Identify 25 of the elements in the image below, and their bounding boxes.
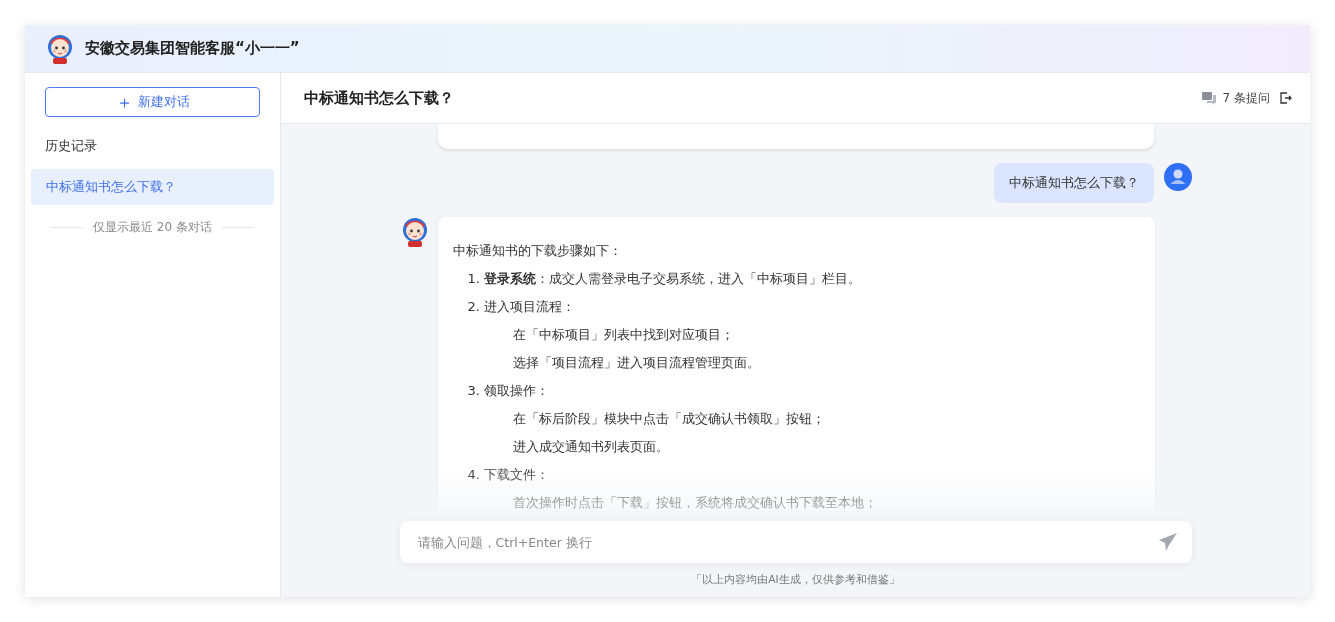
question-field[interactable]: 请输入问题，Ctrl+Enter 换行: [399, 521, 1192, 563]
new-chat-button[interactable]: ＋ 新建对话: [45, 87, 260, 117]
question-input[interactable]: 请输入问题，Ctrl+Enter 换行: [415, 533, 1158, 551]
mascot-icon: [45, 33, 75, 64]
history-note: 仅显示最近 20 条对话: [93, 219, 212, 236]
app-title: 安徽交易集团智能客服“小一一”: [85, 39, 300, 58]
step-item: 3. 领取操作：: [466, 382, 551, 400]
user-message: 中标通知书怎么下载？: [993, 163, 1154, 203]
conversation-item[interactable]: 中标通知书怎么下载？: [31, 169, 274, 205]
chat-title: 中标通知书怎么下载？: [304, 88, 455, 108]
user-avatar-icon: [1163, 163, 1192, 191]
step-detail: 在「中标项目」列表中找到对应项目；: [511, 326, 735, 344]
answer-text: 中标通知书的下载步骤如下：: [452, 242, 623, 260]
history-label: 历史记录: [45, 137, 98, 155]
step-item: 4. 下载文件：: [466, 466, 551, 484]
step-detail: 选择「项目流程」进入项目流程管理页面。: [511, 354, 761, 372]
step-detail: 进入成交通知书列表页面。: [511, 438, 670, 456]
step-item: 2. 进入项目流程：: [466, 298, 577, 316]
step-item: 1. 登录系统：成交人需登录电子交易系统，进入「中标项目」栏目。: [466, 270, 863, 288]
disclaimer: 「以上内容均由AI生成，仅供参考和借鉴」: [691, 573, 900, 587]
chat-bubbles-icon: [1201, 91, 1216, 105]
logout-icon[interactable]: [1280, 92, 1292, 104]
question-count: 7 条提问: [1222, 89, 1270, 107]
step-detail: 首次操作时点击「下载」按钮，系统将成交确认书下载至本地；: [511, 494, 878, 511]
step-detail: 在「标后阶段」模块中点击「成交确认书领取」按钮；: [511, 410, 826, 428]
